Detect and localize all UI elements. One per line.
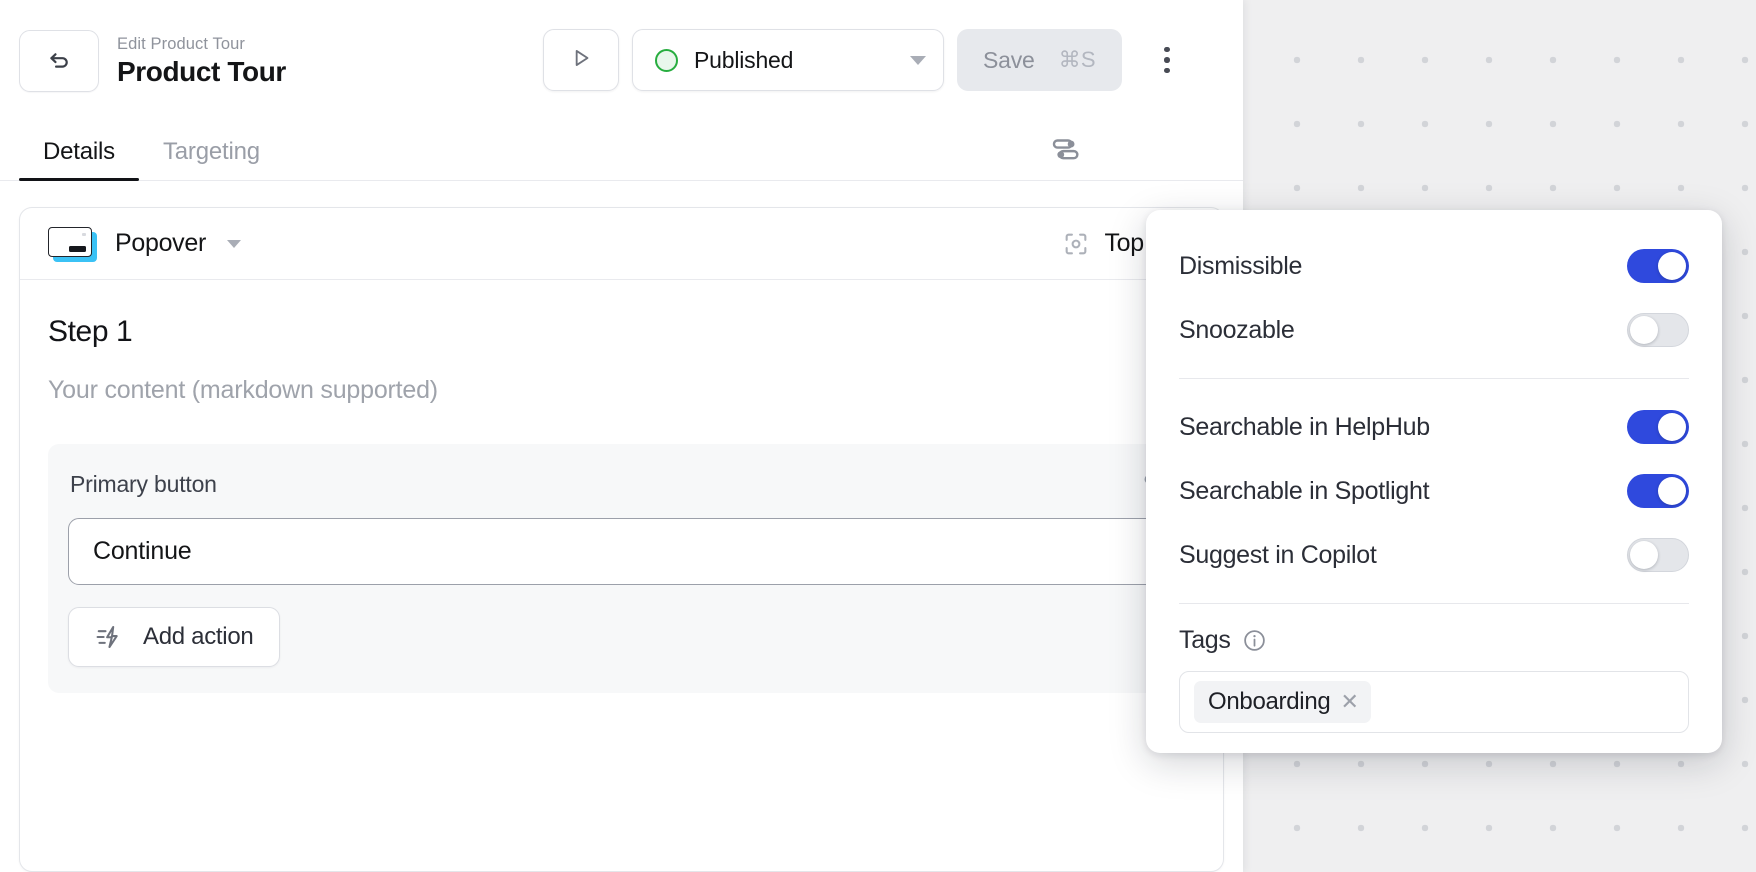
add-action-button[interactable]: Add action [68,607,281,667]
primary-button-label: Primary button [70,470,217,497]
lightning-action-icon [95,623,123,651]
toggle-searchable-helphub[interactable] [1627,410,1689,444]
sliders-icon[interactable] [1049,132,1083,166]
popover-card-icon [48,226,98,262]
tags-section: Tags Onboarding ✕ [1146,620,1722,733]
more-vertical-icon [1164,67,1170,74]
chevron-down-icon [910,55,926,65]
add-action-label: Add action [143,623,254,650]
step-card: Popover Top Left [19,207,1224,872]
primary-button-header: Primary button [68,468,1175,500]
more-vertical-icon [1164,46,1170,53]
tags-header: Tags [1179,626,1689,655]
step-card-header: Popover Top Left [20,208,1223,280]
undo-arrow-icon [45,45,73,78]
primary-button-text-input[interactable] [68,518,1175,585]
setting-label-searchable-helphub: Searchable in HelpHub [1179,412,1430,441]
status-label: Published [694,46,794,73]
setting-row-suggest-copilot[interactable]: Suggest in Copilot [1146,523,1722,587]
title-block: Edit Product Tour Product Tour [117,34,286,89]
step-type-label: Popover [115,229,207,257]
top-bar: Edit Product Tour Product Tour Published… [0,0,1243,122]
target-frame-icon [1062,230,1090,258]
setting-row-searchable-spotlight[interactable]: Searchable in Spotlight [1146,459,1722,523]
toggle-snoozable[interactable] [1627,313,1689,347]
setting-row-searchable-helphub[interactable]: Searchable in HelpHub [1146,395,1722,459]
more-options-button[interactable] [1145,34,1189,86]
tab-details[interactable]: Details [19,138,139,181]
topbar-actions: Published Save ⌘S [543,29,1189,91]
tag-chip[interactable]: Onboarding ✕ [1194,681,1371,723]
breadcrumb-eyebrow: Edit Product Tour [117,34,245,53]
tab-bar: Details Targeting [0,122,1243,181]
setting-label-suggest-copilot: Suggest in Copilot [1179,540,1377,569]
more-vertical-icon [1164,57,1170,63]
tags-input[interactable]: Onboarding ✕ [1179,671,1689,733]
close-icon[interactable]: ✕ [1340,691,1358,713]
back-button[interactable] [19,30,99,92]
toggle-dismissible[interactable] [1627,249,1689,283]
step-title: Step 1 [48,315,133,348]
status-indicator-dot [655,48,678,72]
tag-chip-label: Onboarding [1208,688,1331,715]
primary-button-section: Primary button Continue Add action [48,444,1195,693]
divider [1179,378,1689,379]
toggle-searchable-spotlight[interactable] [1627,474,1689,508]
page-title: Product Tour [117,56,286,88]
play-triangle-icon [568,45,594,76]
save-shortcut: ⌘S [1058,47,1096,72]
chevron-down-icon [227,239,242,248]
save-label: Save [983,46,1035,73]
settings-popover: Dismissible Snoozable Searchable in Help… [1146,210,1722,753]
tab-targeting[interactable]: Targeting [139,138,284,180]
step-card-body: Step 1 Your content (markdown supported)… [20,280,1223,693]
preview-button[interactable] [543,29,619,91]
step-content-placeholder[interactable]: Your content (markdown supported) [48,376,1195,405]
save-button[interactable]: Save ⌘S [957,29,1122,91]
setting-label-dismissible: Dismissible [1179,251,1303,280]
divider [1179,603,1689,604]
setting-label-searchable-spotlight: Searchable in Spotlight [1179,476,1430,505]
status-dropdown[interactable]: Published [632,29,944,91]
toggle-suggest-copilot[interactable] [1627,538,1689,572]
info-circle-icon[interactable] [1242,628,1267,653]
content-area: Popover Top Left [0,181,1243,872]
step-type-dropdown[interactable]: Popover [48,226,242,262]
setting-row-dismissible[interactable]: Dismissible [1146,234,1722,298]
editor-panel: Edit Product Tour Product Tour Published… [0,0,1243,872]
setting-label-snoozable: Snoozable [1179,315,1295,344]
tags-title: Tags [1179,626,1231,654]
setting-row-snoozable[interactable]: Snoozable [1146,298,1722,362]
